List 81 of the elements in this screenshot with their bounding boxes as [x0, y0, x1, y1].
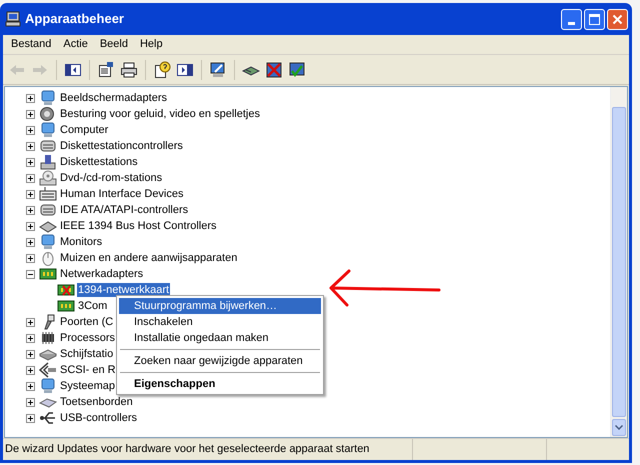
tree-item[interactable]: IDE ATA/ATAPI-controllers: [59, 203, 190, 217]
enable-icon[interactable]: [288, 60, 306, 78]
maximize-button[interactable]: [584, 8, 605, 30]
tree-item[interactable]: Diskettestationcontrollers: [59, 139, 184, 153]
status-text: De wizard Updates voor hardware voor het geselecteerde apparaat starten: [5, 442, 370, 458]
tree-item[interactable]: Toetsenborden: [59, 395, 134, 409]
monitor-icon: [39, 378, 57, 394]
monitor-icon: [39, 234, 57, 250]
disabled-network-card-icon: [57, 282, 75, 298]
help-icon[interactable]: [153, 60, 171, 78]
close-icon: [612, 14, 623, 24]
expand-icon[interactable]: [26, 206, 35, 214]
tree-item[interactable]: USB-controllers: [59, 411, 138, 425]
uninstall-icon[interactable]: [265, 60, 283, 78]
context-menu-item[interactable]: Inschakelen: [119, 314, 321, 330]
window-title: Apparaatbeheer: [25, 10, 124, 28]
usb-icon: [39, 410, 57, 426]
tree-item[interactable]: Dvd-/cd-rom-stations: [59, 171, 164, 185]
tree-item[interactable]: Schijfstatio: [59, 347, 114, 361]
chevron-down-icon: [615, 425, 623, 430]
floppy-drive-icon: [39, 154, 57, 170]
expand-icon[interactable]: [26, 254, 35, 262]
tree-item[interactable]: Diskettestations: [59, 155, 139, 169]
tree-item[interactable]: Processors: [59, 331, 116, 345]
speaker-icon: [39, 106, 57, 122]
expand-icon[interactable]: [26, 158, 35, 166]
expand-icon[interactable]: [26, 190, 35, 198]
expand-icon[interactable]: [26, 110, 35, 118]
menu-item[interactable]: Beeld: [94, 36, 134, 54]
expand-icon[interactable]: [26, 238, 35, 246]
expand-icon[interactable]: [26, 318, 35, 326]
expand-icon[interactable]: [26, 398, 35, 406]
tree-item[interactable]: Poorten (C: [59, 315, 114, 329]
expand-icon[interactable]: [26, 414, 35, 422]
tree-item[interactable]: Monitors: [59, 235, 104, 249]
scsi-icon: [39, 362, 57, 378]
tree-item[interactable]: Netwerkadapters: [59, 267, 144, 281]
tree-item[interactable]: 1394-netwerkkaart: [77, 283, 170, 297]
tree-item[interactable]: Human Interface Devices: [59, 187, 184, 201]
network-card-icon: [39, 266, 57, 282]
context-menu-item[interactable]: Installatie ongedaan maken: [119, 330, 321, 346]
context-menu-item[interactable]: Stuurprogramma bijwerken…: [119, 298, 321, 314]
menu-item[interactable]: Actie: [57, 36, 94, 54]
cd-drive-icon: [39, 170, 57, 186]
computer-icon: [5, 11, 21, 27]
minimize-button[interactable]: [561, 8, 582, 30]
scrollbar-thumb[interactable]: [612, 107, 626, 417]
close-button[interactable]: [607, 8, 628, 30]
printer-icon[interactable]: [120, 60, 138, 78]
drive-icon: [39, 202, 57, 218]
expand-icon[interactable]: [26, 142, 35, 150]
expand-icon[interactable]: [26, 334, 35, 342]
expand-icon[interactable]: [26, 126, 35, 134]
expand-icon[interactable]: [26, 366, 35, 374]
expand-icon[interactable]: [26, 222, 35, 230]
monitor-icon: [39, 122, 57, 138]
computer-icon[interactable]: [209, 60, 227, 78]
tree-item[interactable]: SCSI- en R: [59, 363, 117, 377]
tree-item[interactable]: Muizen en andere aanwijsapparaten: [59, 251, 238, 265]
context-menu-item[interactable]: Eigenschappen: [119, 376, 321, 392]
tree-item[interactable]: 3Com: [77, 299, 108, 313]
properties-icon[interactable]: [97, 60, 115, 78]
tree-item[interactable]: Systeemap: [59, 379, 116, 393]
monitor-icon: [39, 90, 57, 106]
collapse-icon[interactable]: [26, 270, 35, 278]
context-menu-item[interactable]: Zoeken naar gewijzigde apparaten: [119, 353, 321, 369]
expand-icon[interactable]: [26, 382, 35, 390]
expand-icon[interactable]: [26, 94, 35, 102]
expand-icon[interactable]: [26, 350, 35, 358]
processor-icon: [39, 330, 57, 346]
drive-icon: [39, 138, 57, 154]
menu-item[interactable]: Help: [134, 36, 169, 54]
scrollbar[interactable]: [610, 87, 627, 437]
tree-item[interactable]: Computer: [59, 123, 110, 137]
expand-icon[interactable]: [26, 174, 35, 182]
scroll-down-button[interactable]: [612, 419, 626, 436]
network-card-icon: [57, 298, 75, 314]
menu-item[interactable]: Bestand: [5, 36, 58, 54]
tree-item[interactable]: Beeldschermadapters: [59, 91, 168, 105]
tree-item[interactable]: IEEE 1394 Bus Host Controllers: [59, 219, 218, 233]
tree-item[interactable]: Besturing voor geluid, video en spelletjes: [59, 107, 261, 121]
